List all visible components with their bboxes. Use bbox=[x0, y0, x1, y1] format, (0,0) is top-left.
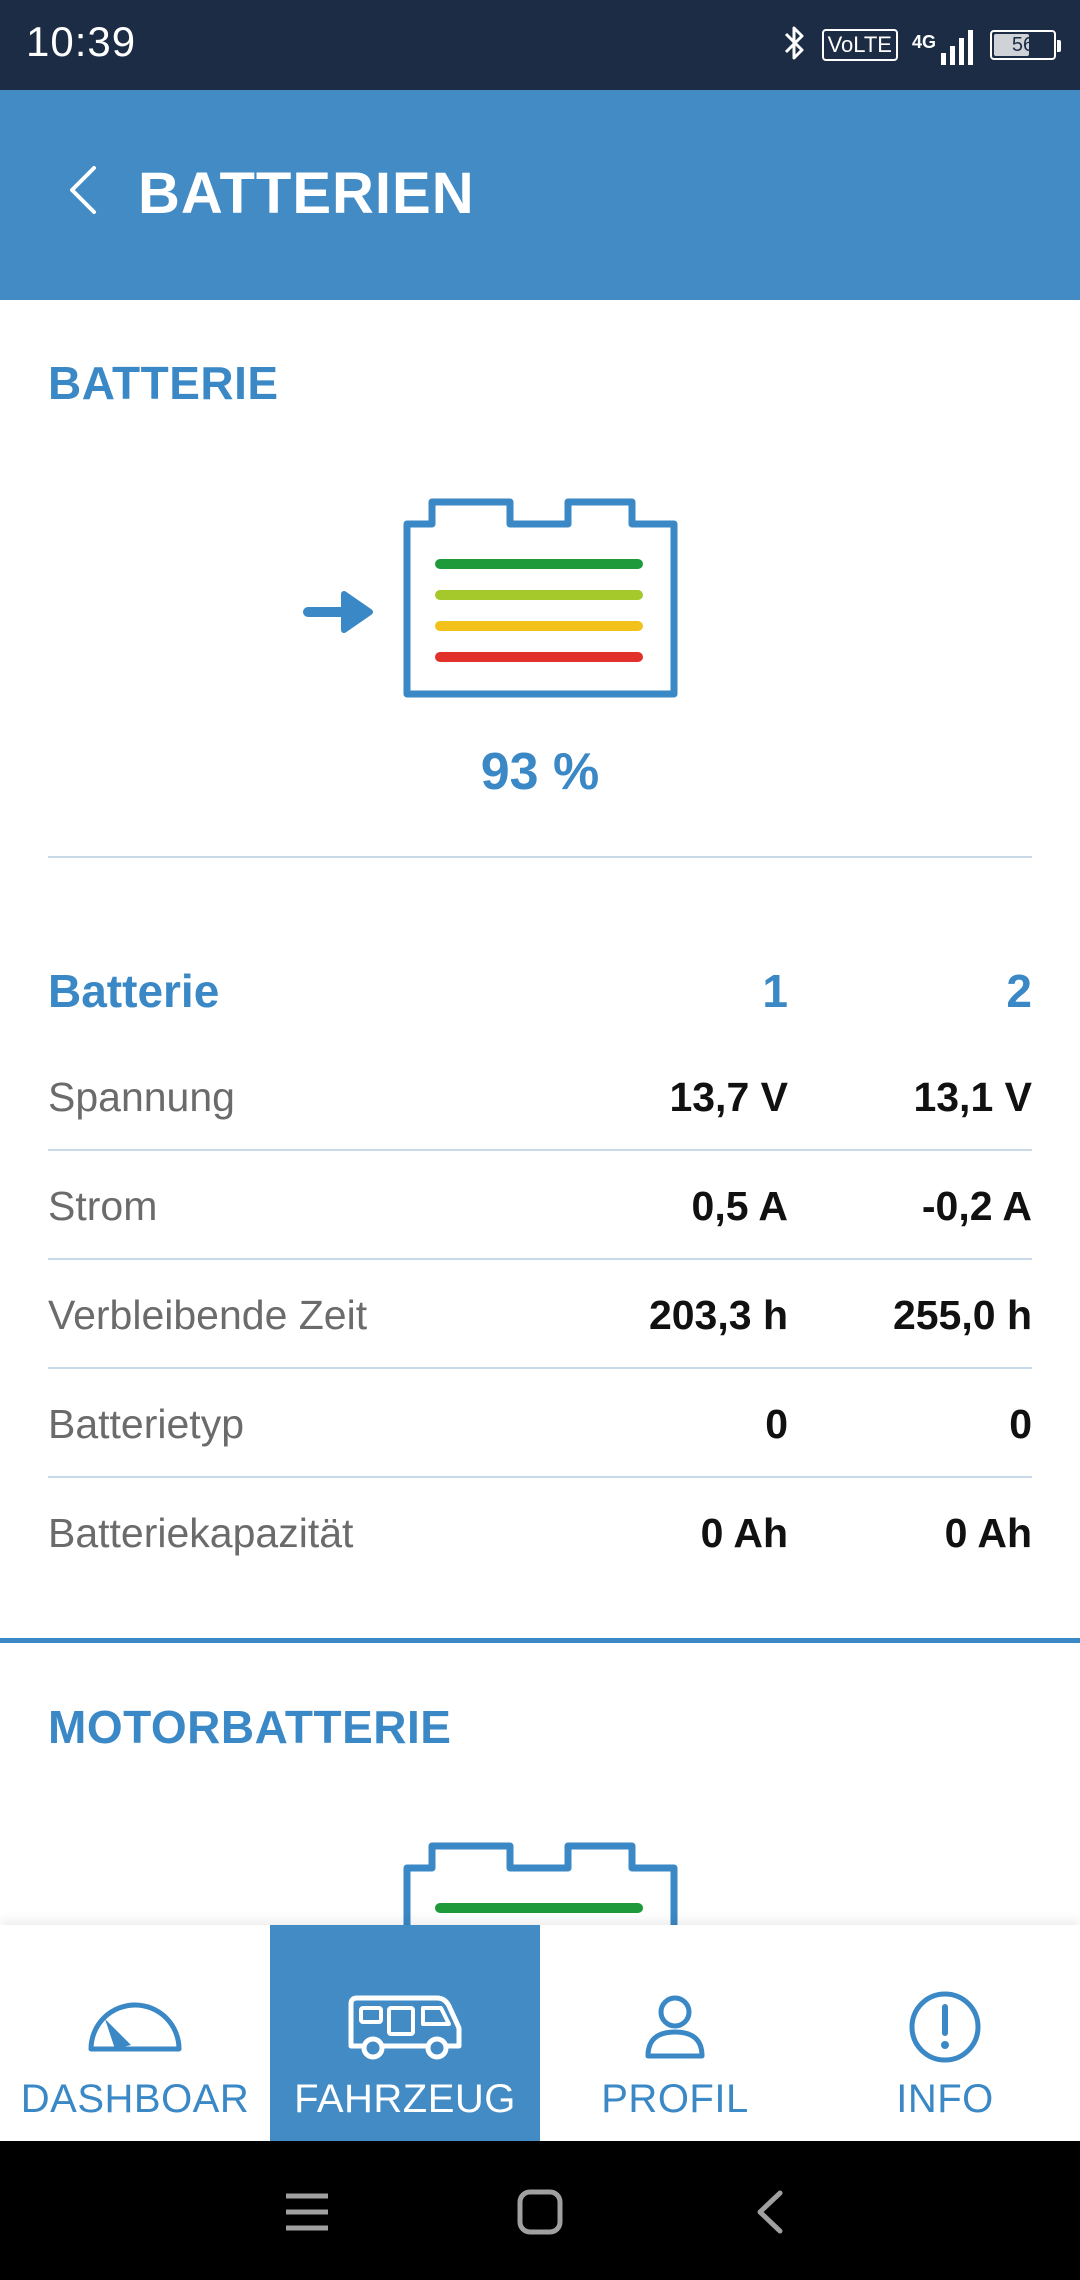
row-label: Batteriekapazität bbox=[48, 1510, 354, 1556]
row-value-1: 203,3 h bbox=[648, 1292, 788, 1338]
row-label: Spannung bbox=[48, 1074, 235, 1120]
divider bbox=[48, 856, 1032, 858]
network-type: 4G bbox=[911, 32, 936, 52]
speedometer-icon bbox=[85, 1987, 185, 2067]
motor-battery-illustration bbox=[300, 1838, 690, 1928]
signal-icon: 4G bbox=[912, 25, 976, 65]
page-title: BATTERIEN bbox=[138, 161, 475, 226]
menu-icon[interactable] bbox=[272, 2177, 342, 2247]
table-header: Batterie 1 2 bbox=[48, 940, 1032, 1042]
back-nav-icon[interactable] bbox=[735, 2177, 805, 2247]
row-value-1: 13,7 V bbox=[669, 1074, 788, 1120]
charge-percent: 93 % bbox=[480, 743, 600, 801]
section-separator bbox=[0, 1638, 1080, 1643]
status-icons: VoLTE 4G 56 bbox=[782, 22, 1061, 68]
row-value-2: 0 bbox=[1009, 1401, 1032, 1447]
row-value-1: 0 bbox=[765, 1401, 788, 1447]
status-time: 10:39 bbox=[26, 18, 137, 65]
nav-label: PROFIL bbox=[601, 2077, 749, 2121]
table-row: Strom 0,5 A -0,2 A bbox=[48, 1151, 1032, 1260]
motor-battery-section-title: MOTORBATTERIE bbox=[48, 1701, 452, 1753]
header-label: Batterie bbox=[48, 965, 220, 1017]
battery-level: 56 bbox=[1011, 33, 1035, 56]
row-value-2: 0 Ah bbox=[944, 1510, 1032, 1556]
volte-icon: VoLTE bbox=[821, 29, 898, 61]
row-value-2: 255,0 h bbox=[892, 1292, 1032, 1338]
arrow-right-icon bbox=[303, 591, 373, 633]
nav-info[interactable]: INFO bbox=[810, 1925, 1080, 2141]
table-row: Spannung 13,7 V 13,1 V bbox=[48, 1042, 1032, 1151]
table-row: Batteriekapazität 0 Ah 0 Ah bbox=[48, 1478, 1032, 1587]
nav-profile[interactable]: PROFIL bbox=[540, 1925, 810, 2141]
system-navigation-bar bbox=[0, 2141, 1080, 2280]
chevron-left-icon bbox=[64, 162, 104, 223]
nav-dashboard[interactable]: DASHBOAR bbox=[0, 1925, 270, 2141]
battery-table: Batterie 1 2 Spannung 13,7 V 13,1 V Stro… bbox=[48, 940, 1032, 1587]
row-label: Verbleibende Zeit bbox=[48, 1292, 368, 1338]
nav-label: DASHBOAR bbox=[20, 2077, 250, 2121]
app-bar: BATTERIEN bbox=[0, 90, 1080, 300]
row-value-2: -0,2 A bbox=[921, 1183, 1032, 1229]
battery-section-title: BATTERIE bbox=[48, 357, 279, 409]
camper-van-icon bbox=[345, 1987, 465, 2067]
header-col-1: 1 bbox=[762, 965, 788, 1017]
row-label: Batterietyp bbox=[48, 1401, 244, 1447]
header-col-2: 2 bbox=[1006, 965, 1032, 1017]
nav-label: INFO bbox=[896, 2077, 994, 2121]
row-value-1: 0 Ah bbox=[700, 1510, 788, 1556]
status-bar: 10:39 VoLTE 4G 56 bbox=[0, 0, 1080, 90]
bottom-navigation: DASHBOAR FAHRZEUG PROFIL INFO bbox=[0, 1925, 1080, 2141]
table-row: Verbleibende Zeit 203,3 h 255,0 h bbox=[48, 1260, 1032, 1369]
battery-icon: 56 bbox=[990, 30, 1061, 60]
back-button[interactable] bbox=[44, 152, 124, 232]
row-value-1: 0,5 A bbox=[691, 1183, 788, 1229]
user-icon bbox=[640, 1987, 710, 2067]
row-value-2: 13,1 V bbox=[913, 1074, 1032, 1120]
bluetooth-icon bbox=[782, 23, 808, 68]
table-row: Batterietyp 0 0 bbox=[48, 1369, 1032, 1478]
info-icon bbox=[907, 1987, 983, 2067]
home-icon[interactable] bbox=[505, 2177, 575, 2247]
nav-vehicle[interactable]: FAHRZEUG bbox=[270, 1925, 540, 2141]
battery-illustration bbox=[300, 494, 690, 704]
nav-label: FAHRZEUG bbox=[294, 2077, 516, 2121]
row-label: Strom bbox=[48, 1183, 158, 1229]
